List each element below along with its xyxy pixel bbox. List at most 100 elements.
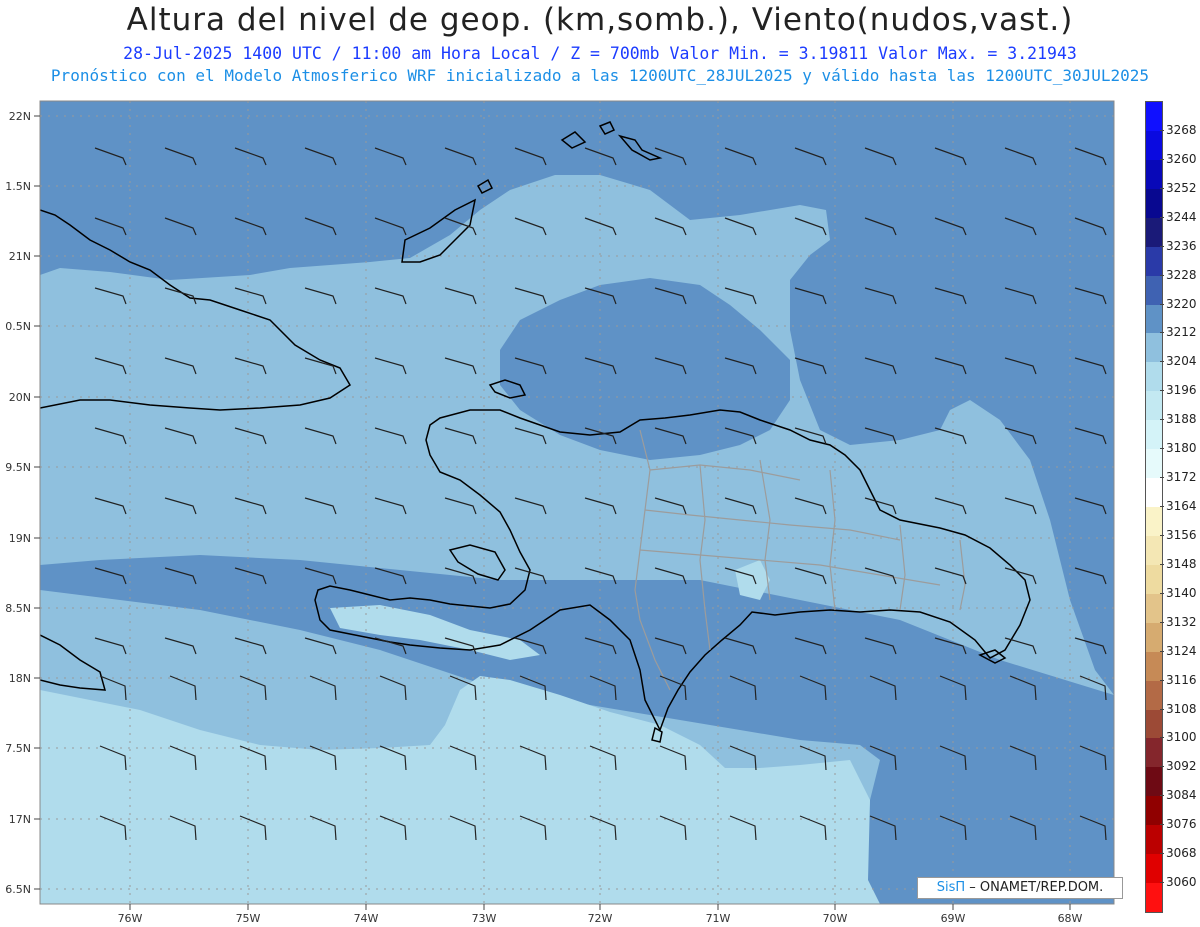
legend-label: 3252 [1166, 180, 1197, 195]
legend-label: 3164 [1166, 499, 1197, 513]
legend-swatch [1146, 883, 1162, 913]
lat-label: 18N [9, 672, 31, 685]
legend-swatch [1146, 391, 1162, 421]
legend-swatch [1146, 593, 1162, 624]
legend-swatch [1146, 362, 1162, 392]
lat-labels: 22N 1.5N 21N 0.5N 20N 9.5N 19N 8.5N 18N … [5, 110, 31, 896]
lon-label: 74W [354, 912, 379, 925]
credit-box: SisΠ – ONAMET/REP.DOM. [917, 877, 1123, 899]
legend-tick [1160, 708, 1164, 710]
legend-swatch [1146, 854, 1162, 884]
legend-swatch [1146, 102, 1162, 132]
legend-tick [1160, 129, 1164, 131]
lat-label: 9.5N [5, 461, 31, 474]
lon-label: 72W [588, 912, 613, 925]
legend-swatch [1146, 188, 1162, 219]
lat-label: 19N [9, 532, 31, 545]
legend-label: 3148 [1166, 556, 1197, 571]
lat-ticks [34, 115, 40, 890]
legend-tick [1160, 534, 1164, 536]
legend-tick [1160, 448, 1164, 450]
legend-label: 3116 [1166, 672, 1197, 687]
lon-ticks [129, 904, 1071, 910]
legend-swatch [1146, 564, 1162, 595]
legend-tick [1160, 506, 1164, 507]
lat-label: 20N [9, 391, 31, 404]
legend-label: 3180 [1166, 441, 1197, 456]
legend-tick [1160, 650, 1164, 652]
legend-swatch [1146, 130, 1162, 161]
legend-swatch [1146, 796, 1162, 826]
legend-label: 3268 [1166, 122, 1197, 137]
legend-swatch [1146, 275, 1162, 305]
legend-label: 3196 [1166, 383, 1197, 398]
legend-tick [1160, 853, 1164, 855]
legend-label: 3092 [1166, 759, 1197, 774]
lon-labels: 76W 75W 74W 73W 72W 71W 70W 69W 68W [118, 912, 1083, 925]
legend-tick [1160, 621, 1164, 623]
legend-label: 3260 [1166, 151, 1197, 166]
legend-swatch [1146, 825, 1162, 855]
lon-label: 75W [236, 912, 261, 925]
legend-label: 3156 [1166, 527, 1197, 542]
legend-label: 3108 [1166, 701, 1197, 716]
legend-swatch [1146, 535, 1162, 566]
legend-tick [1160, 477, 1164, 479]
lat-label: 8.5N [5, 602, 31, 615]
legend-label: 3068 [1166, 846, 1197, 861]
legend-tick [1160, 592, 1164, 594]
legend-tick [1160, 679, 1164, 681]
legend-swatch [1146, 159, 1162, 190]
legend-label: 3236 [1166, 238, 1197, 253]
legend-label: 3124 [1166, 643, 1197, 658]
lon-label: 76W [118, 912, 143, 925]
legend-label: 3228 [1166, 267, 1197, 282]
legend-label: 3220 [1166, 296, 1197, 311]
lat-label: 1.5N [5, 180, 31, 193]
legend-tick [1160, 245, 1164, 247]
legend-tick [1160, 824, 1164, 826]
legend-swatch [1146, 738, 1162, 768]
lat-label: 7.5N [5, 742, 31, 755]
legend-label: 3140 [1166, 585, 1197, 600]
lat-label: 21N [9, 250, 31, 263]
legend-swatch [1146, 449, 1162, 479]
legend-swatch [1146, 507, 1162, 537]
legend-swatch [1146, 246, 1162, 277]
legend-label: 3212 [1166, 325, 1197, 340]
legend-tick [1160, 274, 1164, 276]
legend-swatch [1146, 333, 1162, 363]
legend-tick [1160, 216, 1164, 218]
lon-label: 71W [706, 912, 731, 925]
legend-label: 3204 [1166, 354, 1197, 369]
legend-tick [1160, 332, 1164, 334]
legend-tick [1160, 795, 1164, 797]
legend-swatch [1146, 217, 1162, 248]
legend-swatch [1146, 622, 1162, 653]
sispi-logo: SisΠ [936, 880, 966, 895]
legend-tick [1160, 882, 1164, 884]
weather-map: 22N 1.5N 21N 0.5N 20N 9.5N 19N 8.5N 18N … [5, 100, 1115, 925]
legend-label: 3172 [1166, 470, 1197, 485]
legend-label: 3100 [1166, 730, 1197, 745]
legend-swatch [1146, 709, 1162, 739]
legend-swatch [1146, 420, 1162, 450]
lat-label: 17N [9, 813, 31, 826]
lon-label: 69W [941, 912, 966, 925]
legend-swatch [1146, 478, 1162, 508]
legend-swatch [1146, 304, 1162, 334]
legend-tick [1160, 419, 1164, 421]
lon-label: 70W [823, 912, 848, 925]
legend-label: 3084 [1166, 788, 1197, 803]
legend-swatch [1146, 651, 1162, 682]
legend-label: 3076 [1166, 817, 1197, 832]
legend-label: 3244 [1166, 209, 1197, 224]
lat-label: 22N [9, 110, 31, 123]
legend-label: 3132 [1166, 614, 1197, 629]
legend-tick [1160, 737, 1164, 739]
legend-tick [1160, 563, 1164, 565]
legend-swatch [1146, 767, 1162, 797]
legend-swatch [1146, 680, 1162, 710]
legend-tick [1160, 187, 1164, 189]
lat-label: 6.5N [5, 883, 31, 896]
